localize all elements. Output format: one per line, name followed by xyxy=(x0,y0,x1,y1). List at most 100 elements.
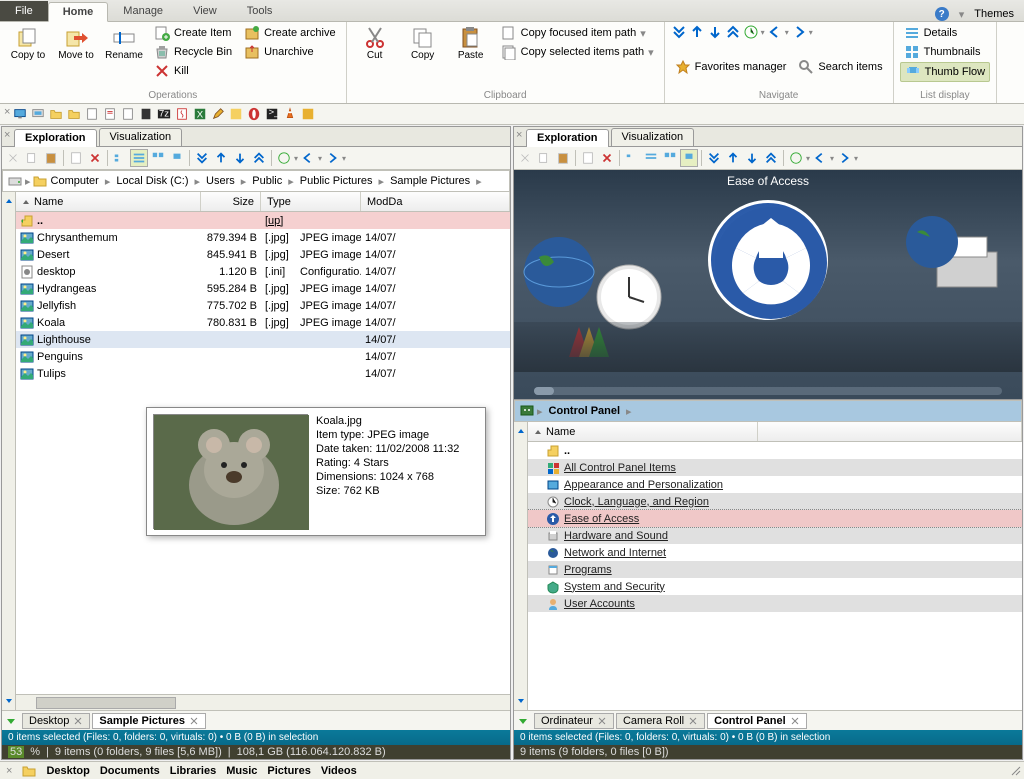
rtb-forward-icon[interactable] xyxy=(835,149,853,167)
rtb-nav-expand-icon[interactable] xyxy=(762,149,780,167)
cp-row[interactable]: Ease of Access xyxy=(528,510,1022,527)
resize-grip-icon[interactable] xyxy=(1010,765,1022,777)
create-archive-button[interactable]: Create archive xyxy=(240,24,340,42)
tb-view3-icon[interactable] xyxy=(149,149,167,167)
search-items-button[interactable]: Search items xyxy=(794,58,886,76)
create-item-button[interactable]: Create Item xyxy=(150,24,236,42)
rtb-copy-icon[interactable] xyxy=(535,149,553,167)
bc-sample[interactable]: Sample Pictures xyxy=(386,173,474,189)
qa-desktop-icon[interactable] xyxy=(12,106,28,122)
qa-doc3-icon[interactable] xyxy=(120,106,136,122)
right-tab-visualization[interactable]: Visualization xyxy=(611,128,695,146)
left-breadcrumb[interactable]: ▸ Computer▸ Local Disk (C:)▸ Users▸ Publ… xyxy=(2,170,510,192)
rbot-tab-ordinateur[interactable]: Ordinateur xyxy=(534,713,614,729)
right-tab-exploration[interactable]: Exploration xyxy=(526,129,609,147)
rtb-view4-icon[interactable] xyxy=(680,149,698,167)
rtb-nav-collapse-icon[interactable] xyxy=(705,149,723,167)
rtb-back-icon[interactable] xyxy=(811,149,829,167)
footer-desktop[interactable]: Desktop xyxy=(46,765,89,777)
right-file-list[interactable]: .. All Control Panel ItemsAppearance and… xyxy=(528,442,1022,710)
left-tab-exploration[interactable]: Exploration xyxy=(14,129,97,147)
rtb-view3-icon[interactable] xyxy=(661,149,679,167)
thumbnails-button[interactable]: Thumbnails xyxy=(900,43,991,61)
rtb-new-icon[interactable] xyxy=(579,149,597,167)
tb-cut-icon[interactable] xyxy=(4,149,22,167)
file-row[interactable]: Lighthouse14/07/ xyxy=(16,331,510,348)
qa-edit-icon[interactable] xyxy=(210,106,226,122)
rtb-history-icon[interactable] xyxy=(787,149,805,167)
right-breadcrumb[interactable]: ▸ Control Panel ▸ xyxy=(514,400,1022,422)
details-button[interactable]: Details xyxy=(900,24,991,42)
qa-doc4-icon[interactable] xyxy=(138,106,154,122)
nav-history-icon[interactable] xyxy=(743,24,759,40)
rcol-name[interactable]: Name xyxy=(528,422,758,441)
rbot-tab-cp[interactable]: Control Panel xyxy=(707,713,807,729)
col-type[interactable]: Type xyxy=(261,192,361,211)
close-icon[interactable] xyxy=(688,716,698,726)
tree-expand-icon[interactable] xyxy=(4,696,14,706)
cp-row[interactable]: All Control Panel Items xyxy=(528,459,1022,476)
tb-copy-icon[interactable] xyxy=(23,149,41,167)
unarchive-button[interactable]: Unarchive xyxy=(240,43,340,61)
rbot-tab-camera[interactable]: Camera Roll xyxy=(616,713,705,729)
move-to-button[interactable]: Move to xyxy=(54,24,98,63)
copy-selected-path-button[interactable]: Copy selected items path▾ xyxy=(497,43,658,61)
nav-down-icon[interactable] xyxy=(707,24,723,40)
rtabs-expand-icon[interactable] xyxy=(517,715,529,727)
recycle-bin-button[interactable]: Recycle Bin xyxy=(150,43,236,61)
tab-view[interactable]: View xyxy=(178,1,232,21)
qa-computer-icon[interactable] xyxy=(30,106,46,122)
file-row[interactable]: Jellyfish775.702 B[.jpg]JPEG image14/07/ xyxy=(16,297,510,314)
file-row[interactable]: Koala780.831 B[.jpg]JPEG image14/07/ xyxy=(16,314,510,331)
tb-nav-down-icon[interactable] xyxy=(231,149,249,167)
qa-folder-icon[interactable] xyxy=(48,106,64,122)
rename-button[interactable]: Rename xyxy=(102,24,146,63)
rtree-expand-icon[interactable] xyxy=(516,696,526,706)
tabs-expand-icon[interactable] xyxy=(5,715,17,727)
tb-nav-collapse-icon[interactable] xyxy=(193,149,211,167)
tb-history-icon[interactable] xyxy=(275,149,293,167)
up-row[interactable]: .. [up] xyxy=(16,212,510,229)
hscrollbar[interactable] xyxy=(16,694,510,710)
footer-documents[interactable]: Documents xyxy=(100,765,160,777)
cp-row[interactable]: Programs xyxy=(528,561,1022,578)
preview-slider[interactable] xyxy=(534,387,1002,395)
footer-pictures[interactable]: Pictures xyxy=(267,765,310,777)
footer-libraries[interactable]: Libraries xyxy=(170,765,216,777)
qa-vlc-icon[interactable] xyxy=(282,106,298,122)
tab-home[interactable]: Home xyxy=(48,2,109,22)
themes-button[interactable]: Themes xyxy=(974,8,1014,20)
copy-focused-path-button[interactable]: Copy focused item path▾ xyxy=(497,24,658,42)
col-size[interactable]: Size xyxy=(201,192,261,211)
tb-del-icon[interactable] xyxy=(86,149,104,167)
qa-doc2-icon[interactable] xyxy=(102,106,118,122)
qa-pdf-icon[interactable] xyxy=(174,106,190,122)
kill-button[interactable]: Kill xyxy=(150,62,236,80)
close-icon[interactable] xyxy=(790,716,800,726)
tb-view2-icon[interactable] xyxy=(130,149,148,167)
bc-c[interactable]: Local Disk (C:) xyxy=(112,173,192,189)
cut-button[interactable]: Cut xyxy=(353,24,397,63)
qa-folder2-icon[interactable] xyxy=(66,106,82,122)
left-file-list[interactable]: .. [up] Chrysanthemum879.394 B[.jpg]JPEG… xyxy=(16,212,510,694)
qa-7z-icon[interactable]: 7z xyxy=(156,106,172,122)
col-name[interactable]: Name xyxy=(16,192,201,211)
tb-nav-expand-icon[interactable] xyxy=(250,149,268,167)
nav-collapse-icon[interactable] xyxy=(671,24,687,40)
rtb-view2-icon[interactable] xyxy=(642,149,660,167)
file-row[interactable]: Penguins14/07/ xyxy=(16,348,510,365)
paste-button[interactable]: Paste xyxy=(449,24,493,63)
cp-row[interactable]: System and Security xyxy=(528,578,1022,595)
close-icon[interactable] xyxy=(189,716,199,726)
nav-forward-icon[interactable] xyxy=(791,24,807,40)
tb-back-icon[interactable] xyxy=(299,149,317,167)
rtb-nav-up-icon[interactable] xyxy=(724,149,742,167)
qa-excel-icon[interactable]: X xyxy=(192,106,208,122)
cp-row[interactable]: Network and Internet xyxy=(528,544,1022,561)
left-tab-visualization[interactable]: Visualization xyxy=(99,128,183,146)
favorites-manager-button[interactable]: Favorites manager xyxy=(671,58,791,76)
rtb-del-icon[interactable] xyxy=(598,149,616,167)
qa-cmd-icon[interactable]: >_ xyxy=(264,106,280,122)
tb-paste-icon[interactable] xyxy=(42,149,60,167)
bot-tab-sample[interactable]: Sample Pictures xyxy=(92,713,206,729)
